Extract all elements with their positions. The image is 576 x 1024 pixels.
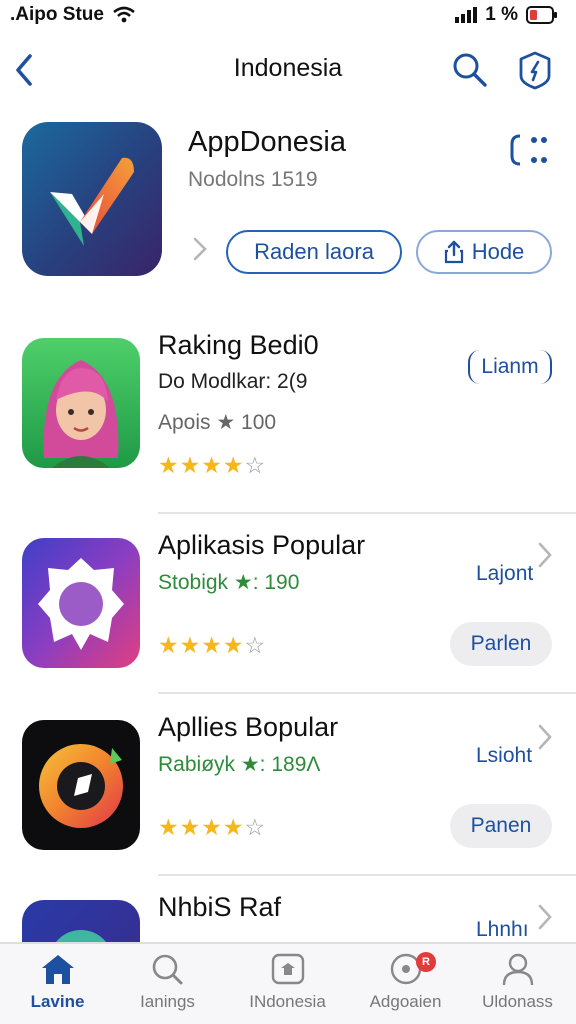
app-meta: Rabiøyk ★: 189Λ [158,753,321,776]
app-action-button[interactable]: Lianm [468,350,552,384]
app-title: Apllies Bopular [158,712,339,742]
camera-lens-icon [22,720,140,850]
tab-today[interactable]: Lavine [0,952,115,1022]
tab-bar: Lavine Ianings INdonesia R Adgoaien Uldo… [0,942,576,1024]
status-right: 1 % [455,4,558,26]
featured-secondary-button[interactable]: Hode [416,230,552,274]
divider [158,512,576,514]
app-meta: Stobigk ★: 190 [158,571,300,594]
star-empty-icon: ☆ [244,814,267,840]
star-rating: ★★★★☆ [158,814,266,841]
featured-primary-button[interactable]: Raden laora [226,230,402,274]
status-bar: .Aipo Stue 1 % [0,0,576,32]
list-item[interactable]: NhbiS Raf Lhnhı [0,884,576,942]
home-icon [41,955,74,984]
wifi-icon [113,6,135,23]
app-link[interactable]: Lsioht [476,744,532,768]
app-icon[interactable] [22,338,140,468]
tab-label: INdonesia [249,992,326,1011]
app-action-label: Lianm [481,355,539,378]
app-link[interactable]: Lajont [476,562,533,586]
featured-primary-label: Raden laora [254,239,374,264]
star-icon: ★★★★ [158,632,245,658]
divider [158,692,576,694]
tab-indonesia[interactable]: INdonesia [230,952,345,1022]
divider [158,874,576,876]
nav-bar: Indonesia [0,40,576,100]
chevron-right-icon[interactable] [536,540,554,570]
app-meta: Do Modlkar: 2(9 [158,370,308,393]
battery-percent: 1 % [485,4,518,25]
list-item[interactable]: Raking Bedi0 Do Modlkar: 2(9 Apois ★ 100… [0,322,576,500]
star-icon: ★★★★ [158,814,245,840]
app-get-label: Parlen [470,632,532,655]
app-sub: Apois ★ 100 [158,411,277,434]
app-logo-icon [22,900,140,942]
tab-label: Adgoaien [369,992,442,1011]
app-get-label: Panen [470,814,532,837]
signal-icon [455,7,478,23]
tab-account[interactable]: Uldonass [460,952,575,1022]
apps-icon [271,953,304,985]
app-get-button[interactable]: Parlen [450,622,552,666]
camera-gear-icon [22,538,140,668]
app-title: NhbiS Raf [158,892,282,922]
app-get-button[interactable]: Panen [450,804,552,848]
check-logo-icon [22,122,162,276]
featured-app-icon[interactable] [22,122,162,276]
app-title: Aplikasis Popular [158,530,366,560]
list-item[interactable]: Aplikasis Popular Stobigk ★: 190 ★★★★☆ L… [0,522,576,700]
grid-icon[interactable] [508,132,550,168]
search-icon[interactable] [450,50,490,90]
star-rating: ★★★★☆ [158,632,266,659]
star-empty-icon: ☆ [244,632,267,658]
avatar-icon [22,338,140,468]
app-icon[interactable] [22,900,140,942]
star-icon: ★★★★ [158,452,245,478]
tab-label: Ianings [140,992,195,1011]
status-left: .Aipo Stue [10,4,136,26]
list-item[interactable]: Apllies Bopular Rabiøyk ★: 189Λ ★★★★☆ Ls… [0,704,576,882]
compass-icon[interactable] [514,50,556,90]
featured-secondary-label: Hode [471,239,525,264]
carrier-label: .Aipo Stue [10,4,104,25]
tab-label: Uldonass [482,992,553,1011]
share-icon [444,240,463,264]
search-icon [152,954,182,985]
app-icon[interactable] [22,720,140,850]
featured-app[interactable]: AppDonesia Nodolns 1519 Raden laora Hode [0,112,576,292]
chevron-right-icon[interactable] [536,902,554,932]
featured-app-subtitle: Nodolns 1519 [188,168,318,191]
tab-label: Lavine [30,992,85,1011]
chevron-right-icon[interactable] [190,234,210,264]
app-icon[interactable] [22,538,140,668]
tab-rankings[interactable]: Ianings [110,952,225,1022]
app-link[interactable]: Lhnhı [476,918,529,942]
chevron-right-icon[interactable] [536,722,554,752]
battery-icon [526,6,557,24]
app-title: Raking Bedi0 [158,330,319,360]
account-icon [502,953,533,986]
star-empty-icon: ☆ [244,452,267,478]
featured-app-title: AppDonesia [188,126,346,158]
tab-updates[interactable]: R Adgoaien [348,952,463,1022]
star-rating: ★★★★☆ [158,452,266,479]
notification-badge: R [416,952,436,972]
